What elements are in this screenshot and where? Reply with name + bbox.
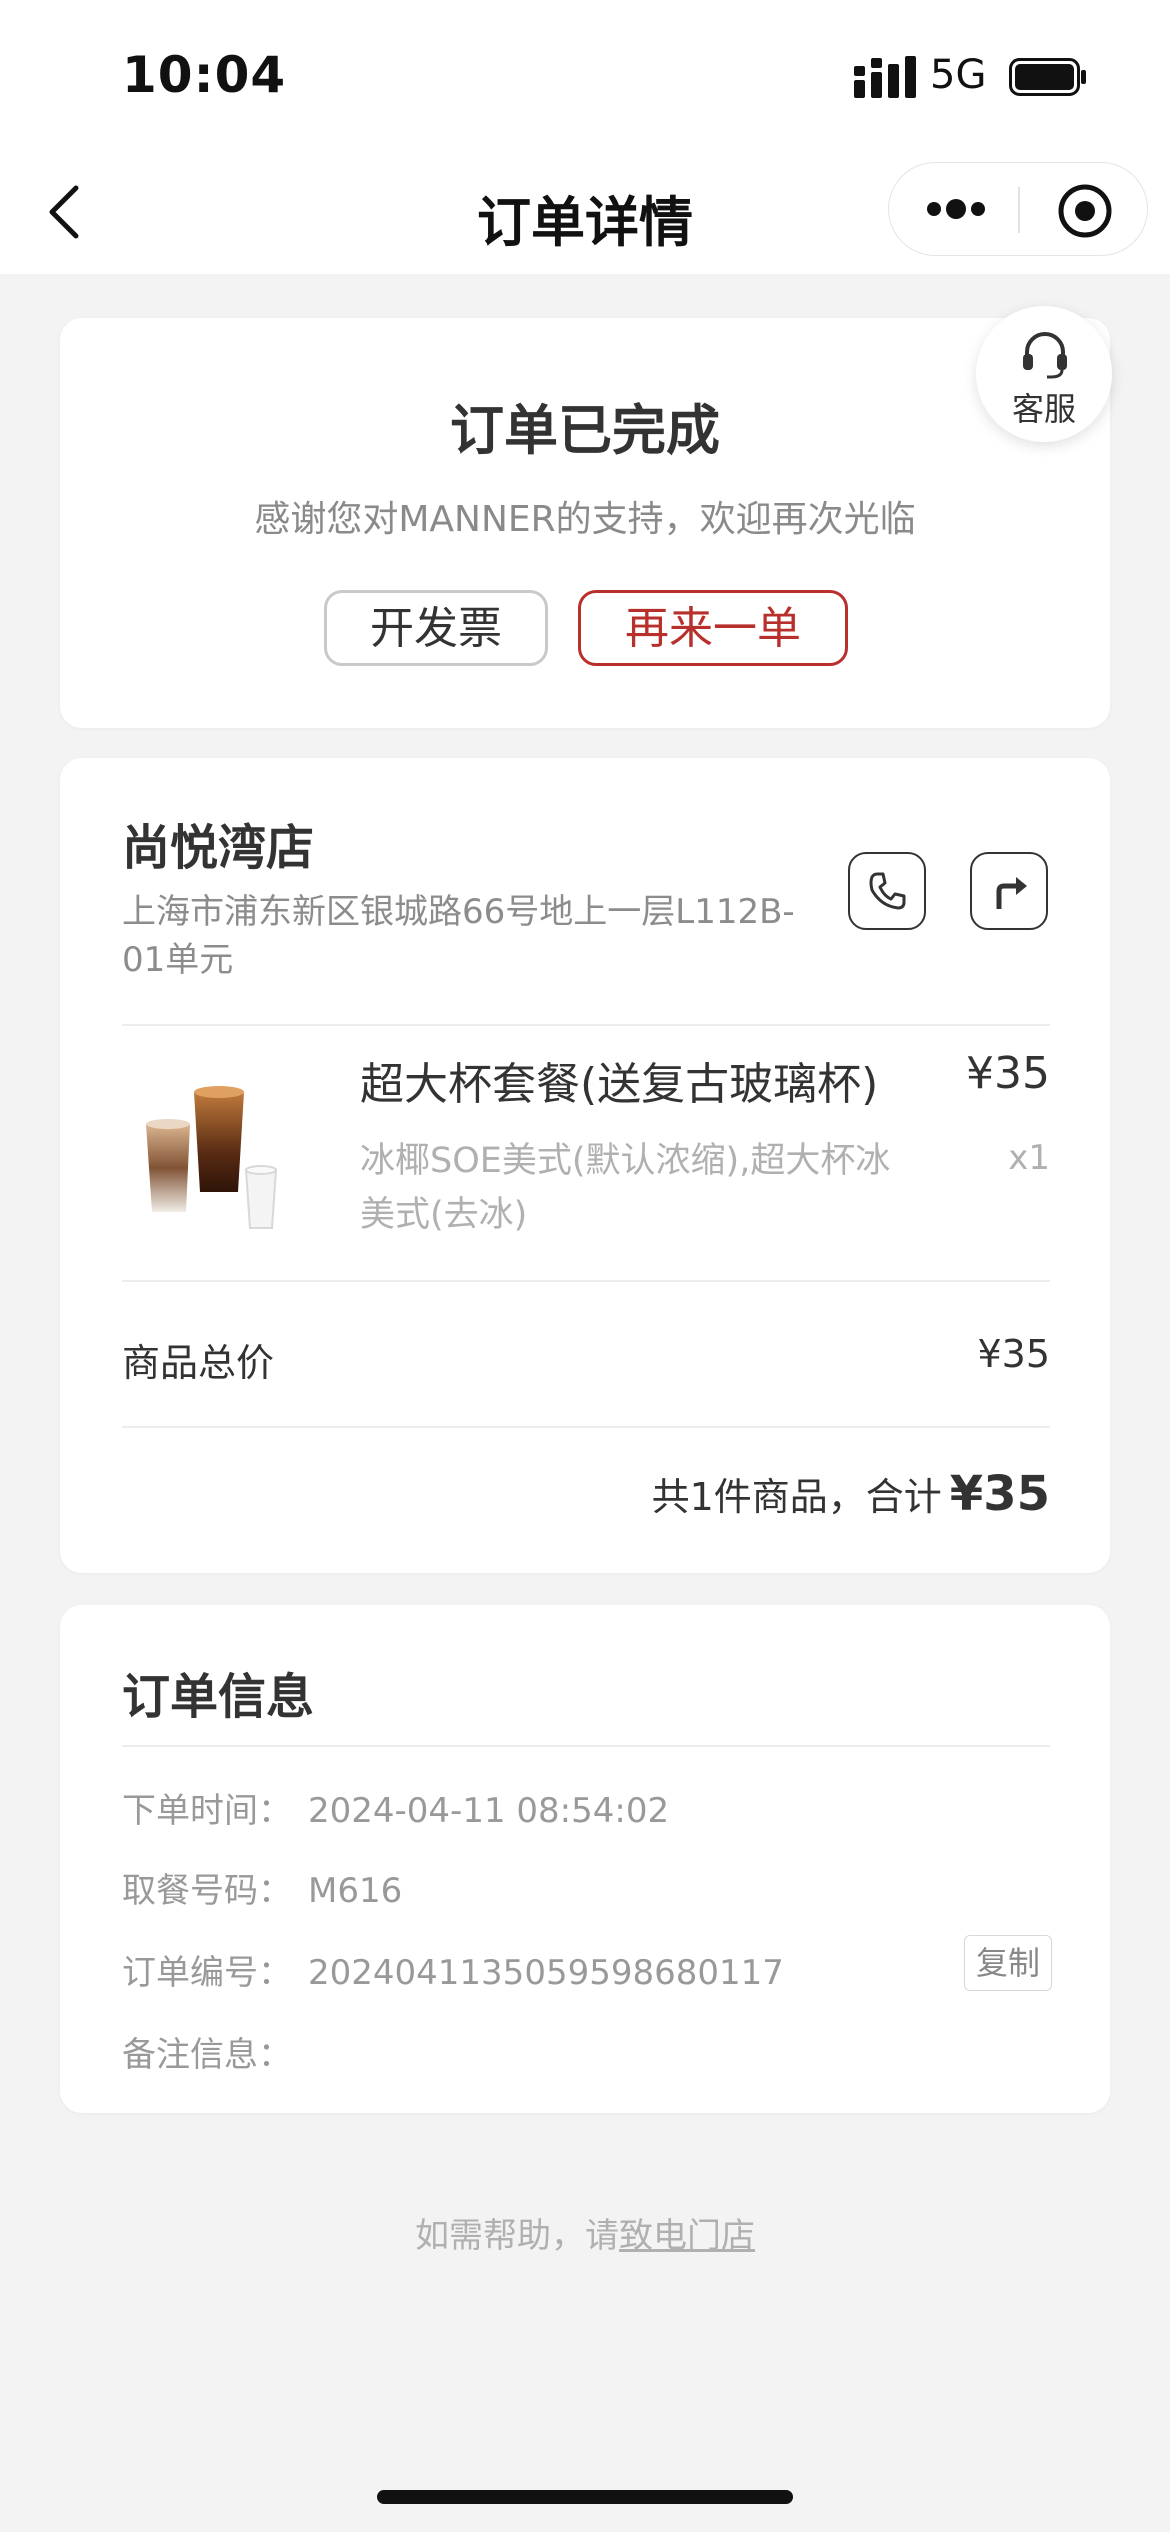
- customer-service-button[interactable]: 客服: [976, 306, 1112, 442]
- order-time-value: 2024-04-11 08:54:02: [308, 1791, 670, 1831]
- mini-program-capsule: [888, 162, 1148, 256]
- nav-bar: 订单详情: [0, 150, 1170, 274]
- help-text: 如需帮助，请致电门店: [0, 2208, 1170, 2257]
- product-quantity: x1: [1008, 1138, 1050, 1178]
- store-address: 上海市浦东新区银城路66号地上一层L112B-01单元: [122, 892, 795, 980]
- order-time-row: 下单时间： 2024-04-11 08:54:02: [122, 1783, 669, 1832]
- status-time: 10:04: [122, 46, 287, 104]
- product-name: 超大杯套餐(送复古玻璃杯): [360, 1059, 879, 1110]
- remarks-label: 备注信息：: [122, 2035, 292, 2075]
- subtotal-value: ¥35: [977, 1332, 1050, 1376]
- pickup-code-row: 取餐号码： M616: [122, 1863, 402, 1912]
- more-options-icon[interactable]: [925, 193, 987, 225]
- navigate-store-button[interactable]: [970, 852, 1048, 930]
- copy-order-number-button[interactable]: 复制: [964, 1935, 1052, 1991]
- divider: [122, 1024, 1050, 1026]
- order-info-title: 订单信息: [122, 1669, 315, 1725]
- order-status-title: 订单已完成: [450, 399, 720, 462]
- network-label: 5G: [930, 52, 987, 98]
- total-prefix: 共1件商品，合计: [651, 1475, 942, 1519]
- call-store-button[interactable]: [848, 852, 926, 930]
- signal-icon: [854, 56, 916, 98]
- navigation-arrow-icon: [996, 877, 1027, 909]
- pickup-code-label: 取餐号码：: [122, 1871, 292, 1911]
- store-order-card: 尚悦湾店 上海市浦东新区银城路66号地上一层L112B-01单元 超大杯套餐(送…: [60, 758, 1110, 1573]
- divider: [122, 1426, 1050, 1428]
- order-number-label: 订单编号：: [122, 1953, 292, 1993]
- capsule-divider: [1018, 187, 1020, 233]
- order-time-label: 下单时间：: [122, 1791, 292, 1831]
- product-image: [146, 1086, 278, 1229]
- close-target-icon[interactable]: [1057, 183, 1113, 239]
- battery-icon: [1009, 58, 1086, 96]
- order-number-row: 订单编号： 20240411350595986801​17: [122, 1945, 784, 1994]
- order-total: 共1件商品，合计 ¥35: [652, 1466, 1050, 1522]
- customer-service-label: 客服: [1011, 390, 1076, 428]
- help-prefix: 如需帮助，请: [415, 2216, 619, 2256]
- order-status-card: 订单已完成 感谢您对MANNER的支持，欢迎再次光临 开发票 再来一单 客服: [60, 306, 1112, 728]
- order-info-card: 订单信息 下单时间： 2024-04-11 08:54:02 取餐号码： M616 …: [60, 1605, 1110, 2113]
- status-bar: 10:04 5G: [0, 0, 1170, 150]
- product-price: ¥35: [966, 1048, 1050, 1099]
- subtotal-label: 商品总价: [122, 1341, 275, 1385]
- remarks-row: 备注信息：: [122, 2027, 308, 2076]
- phone-icon: [869, 872, 906, 910]
- invoice-button[interactable]: 开发票: [324, 590, 548, 666]
- order-number-value: 20240411350595986801​17: [308, 1953, 784, 1993]
- product-options: 冰椰SOE美式(默认浓缩),超大杯冰美式(去冰): [360, 1141, 891, 1235]
- order-status-subtitle: 感谢您对MANNER的支持，欢迎再次光临: [254, 499, 916, 540]
- call-store-link[interactable]: 致电门店: [619, 2216, 755, 2256]
- divider: [122, 1745, 1050, 1747]
- pickup-code-value: M616: [308, 1871, 403, 1911]
- home-indicator: [377, 2490, 793, 2504]
- reorder-button[interactable]: 再来一单: [578, 590, 848, 666]
- headset-icon: [1023, 332, 1067, 379]
- divider: [122, 1280, 1050, 1282]
- total-value: ¥35: [949, 1466, 1050, 1522]
- store-name: 尚悦湾店: [122, 820, 315, 876]
